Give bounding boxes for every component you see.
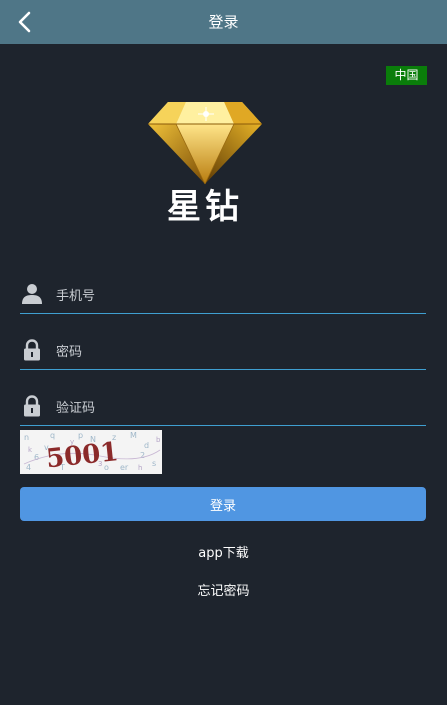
- login-button[interactable]: 登录: [20, 487, 426, 521]
- password-input[interactable]: [56, 341, 416, 363]
- svg-text:q: q: [50, 431, 55, 440]
- captcha-image[interactable]: n64 qpN zMd s er o 2Tv yhk b3 5001: [20, 430, 162, 474]
- page-title: 登录: [208, 13, 239, 31]
- diamond-icon: [148, 102, 262, 185]
- svg-text:n: n: [24, 433, 29, 442]
- phone-field: [20, 279, 426, 314]
- svg-text:4: 4: [26, 463, 31, 472]
- svg-text:er: er: [120, 463, 129, 472]
- svg-text:6: 6: [34, 453, 39, 462]
- lock-icon: [24, 339, 40, 361]
- captcha-field: [20, 391, 426, 426]
- app-download-link[interactable]: app下载: [0, 542, 447, 561]
- app-header: 登录: [0, 0, 447, 44]
- password-field: [20, 335, 426, 370]
- captcha-graphic: n64 qpN z Md sero 2Tv yhk b3 5001: [20, 430, 162, 474]
- svg-text:b: b: [156, 436, 161, 444]
- brand-logo: 星钻: [146, 98, 264, 228]
- svg-text:h: h: [138, 464, 142, 472]
- svg-text:p: p: [78, 431, 83, 440]
- captcha-input[interactable]: [56, 397, 416, 419]
- svg-text:d: d: [144, 441, 149, 450]
- forgot-password-link[interactable]: 忘记密码: [0, 580, 447, 599]
- region-selector[interactable]: 中国: [386, 66, 427, 85]
- user-icon: [22, 284, 42, 304]
- svg-text:2: 2: [140, 451, 145, 460]
- lock-icon: [24, 395, 40, 417]
- phone-input[interactable]: [56, 285, 416, 307]
- svg-text:M: M: [130, 431, 137, 440]
- brand-name: 星钻: [167, 187, 243, 227]
- svg-text:s: s: [152, 459, 156, 468]
